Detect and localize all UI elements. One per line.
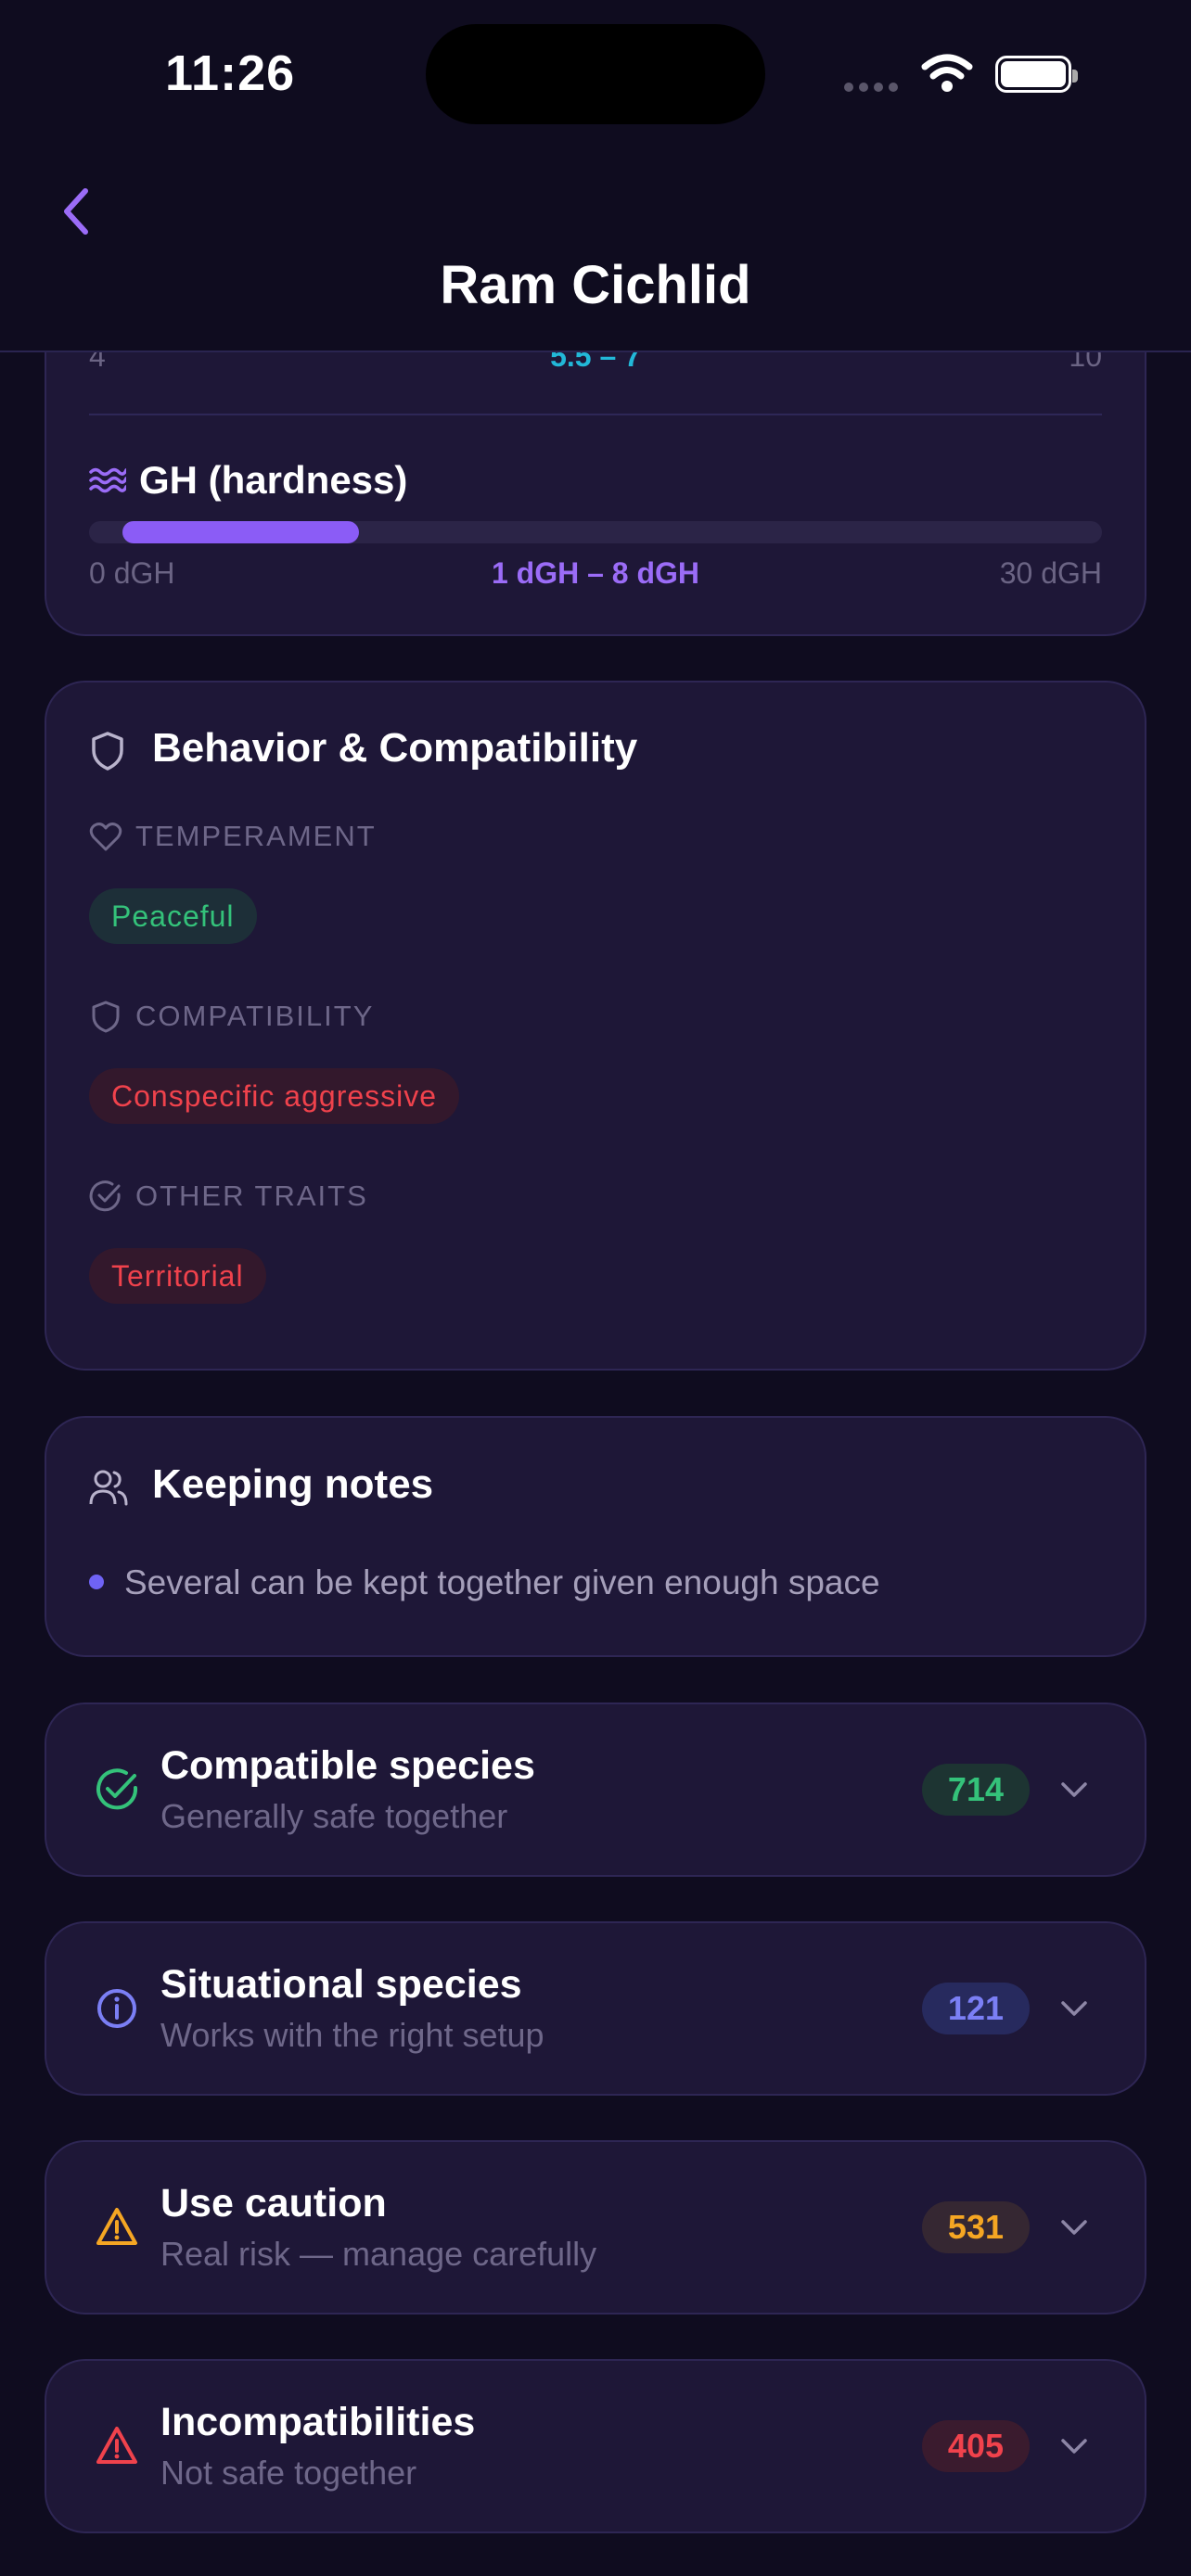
- relation-subtitle: Real risk — manage carefully: [160, 2235, 597, 2273]
- chevron-down-icon[interactable]: [1057, 2216, 1091, 2238]
- status-time: 11:26: [165, 45, 296, 101]
- relation-title: Use caution: [160, 2181, 387, 2225]
- relation-title: Incompatibilities: [160, 2400, 476, 2444]
- water-waves-icon: [89, 467, 126, 493]
- keeping-notes-title: Keeping notes: [152, 1461, 434, 1507]
- incompatibilities-row[interactable]: Incompatibilities Not safe together 405: [45, 2359, 1146, 2533]
- warning-triangle-icon: [96, 2208, 137, 2245]
- gh-heading: GH (hardness): [89, 458, 407, 503]
- back-chevron-icon[interactable]: [56, 184, 96, 239]
- temperament-badge: Peaceful: [89, 888, 257, 944]
- temperament-label: TEMPERAMENT: [89, 820, 377, 853]
- shield-small-icon: [92, 1001, 120, 1033]
- check-circle-icon: [96, 1768, 138, 1810]
- chevron-down-icon[interactable]: [1057, 1779, 1091, 1801]
- relation-subtitle: Works with the right setup: [160, 2016, 544, 2054]
- keeping-notes-card: [45, 1416, 1146, 1657]
- dynamic-island: [426, 24, 765, 124]
- compatibility-label: COMPATIBILITY: [89, 1000, 374, 1033]
- traits-badge: Territorial: [89, 1248, 266, 1304]
- relation-count-badge: 121: [921, 1983, 1030, 2034]
- relation-subtitle: Generally safe together: [160, 1797, 508, 1835]
- traits-label: OTHER TRAITS: [89, 1180, 368, 1213]
- cellular-signal-icon: [844, 80, 903, 96]
- nav-header: Ram Cichlid: [0, 148, 1191, 352]
- chevron-down-icon[interactable]: [1057, 2435, 1091, 2457]
- divider: [89, 414, 1102, 415]
- check-circle-small-icon: [89, 1180, 121, 1212]
- relation-count-badge: 405: [921, 2420, 1030, 2472]
- chevron-down-icon[interactable]: [1057, 1997, 1091, 2020]
- compatibility-badge: Conspecific aggressive: [89, 1068, 460, 1124]
- relation-count-badge: 531: [921, 2201, 1030, 2253]
- relation-title: Situational species: [160, 1962, 522, 2007]
- relation-title: Compatible species: [160, 1743, 535, 1788]
- heart-icon: [89, 823, 122, 851]
- keeping-note: Several can be kept together given enoug…: [124, 1563, 880, 1601]
- bullet-dot: [89, 1575, 104, 1589]
- page-title: Ram Cichlid: [440, 255, 751, 315]
- situational-species-row[interactable]: Situational species Works with the right…: [45, 1921, 1146, 2096]
- compatible-species-row[interactable]: Compatible species Generally safe togeth…: [45, 1702, 1146, 1877]
- relation-subtitle: Not safe together: [160, 2454, 417, 2492]
- gh-range: 1 dGH – 8 dGH: [491, 556, 700, 590]
- wifi-icon: [921, 54, 973, 92]
- battery-icon: [995, 56, 1078, 93]
- status-bar: 11:26: [0, 0, 1191, 148]
- shield-icon: [92, 732, 123, 771]
- alert-triangle-icon: [96, 2427, 137, 2464]
- behavior-title: Behavior & Compatibility: [152, 725, 638, 771]
- info-circle-icon: [97, 1989, 136, 2028]
- use-caution-row[interactable]: Use caution Real risk — manage carefully…: [45, 2140, 1146, 2315]
- users-icon: [89, 1470, 128, 1506]
- gh-title: GH (hardness): [139, 458, 408, 502]
- gh-max: 30 dGH: [999, 556, 1102, 590]
- gh-range-fill: [122, 521, 359, 543]
- relation-count-badge: 714: [921, 1764, 1030, 1816]
- gh-range-bar: [89, 521, 1102, 543]
